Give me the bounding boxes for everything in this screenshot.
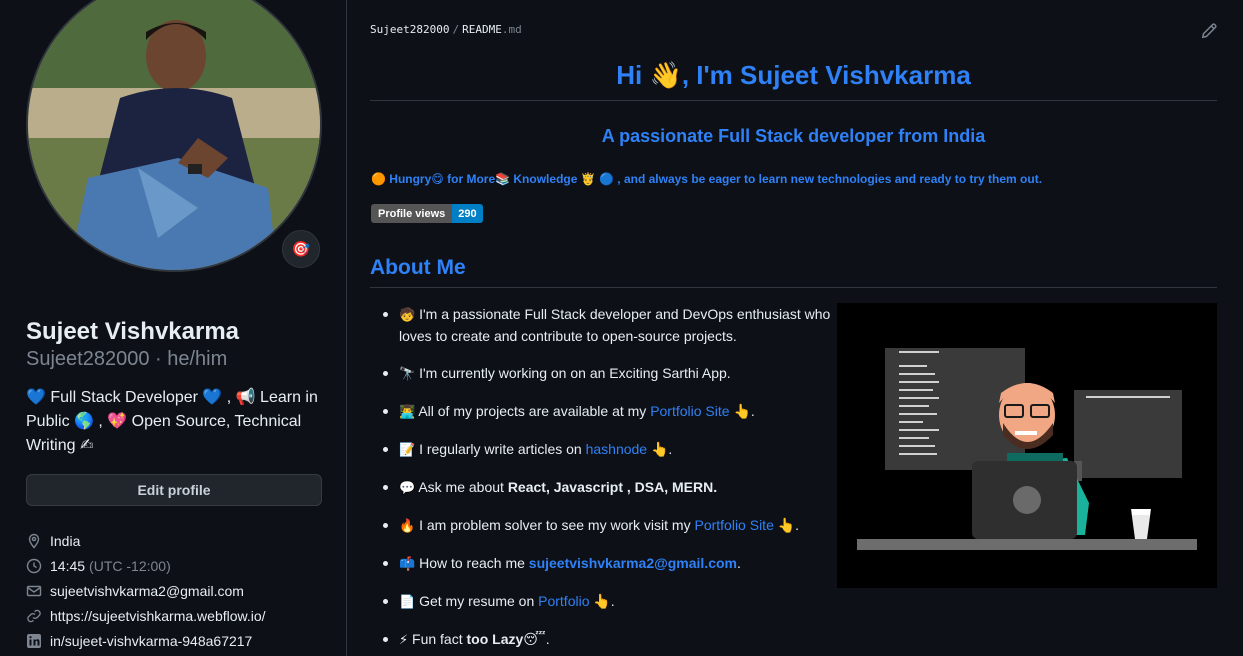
badge-label: Profile views [371, 204, 453, 223]
avatar[interactable] [26, 0, 322, 272]
portfolio-site-link[interactable]: Portfolio Site [694, 517, 773, 533]
item-text: Ask me about [418, 479, 508, 495]
edit-readme-pencil-icon[interactable] [1200, 22, 1218, 40]
item-text: Get my resume on [419, 593, 539, 609]
link-icon [26, 608, 42, 624]
status-emoji[interactable]: 🎯 [282, 230, 320, 268]
fire-emoji-icon: 🔥 [399, 519, 416, 534]
mailbox-emoji-icon: 📫 [399, 557, 416, 572]
item-suffix: 👆. [647, 441, 673, 457]
item-bold-text: too Lazy [466, 631, 524, 647]
telescope-emoji-icon: 🔭 [399, 367, 416, 382]
readme-subtitle: A passionate Full Stack developer from I… [601, 126, 986, 146]
developer-at-desk-illustration [857, 348, 1197, 550]
document-emoji-icon: 📄 [399, 595, 416, 610]
about-list: 🧒 I'm a passionate Full Stack developer … [383, 304, 833, 656]
badge-count: 290 [452, 204, 483, 223]
item-suffix: . [737, 555, 741, 571]
developer-illustration [837, 303, 1217, 588]
location-icon [26, 533, 42, 549]
hashnode-link[interactable]: hashnode [586, 441, 648, 457]
item-text: I'm currently working on on an Exciting … [419, 365, 731, 381]
breadcrumb-separator: / [452, 23, 460, 36]
item-text: I'm a passionate Full Stack developer an… [399, 306, 831, 344]
clock-icon [26, 558, 42, 574]
profile-sidebar: 🎯 Sujeet Vishvkarma Sujeet282000 · he/hi… [0, 0, 346, 656]
detail-website[interactable]: https://sujeetvishkarma.webflow.io/ [26, 603, 336, 628]
breadcrumb-file[interactable]: README [462, 23, 502, 36]
timezone: (UTC -12:00) [89, 557, 171, 574]
list-item: 📫 How to reach me sujeetvishvkarma2@gmai… [383, 553, 833, 575]
technologist-emoji-icon: 👨‍💻 [399, 405, 416, 420]
title-divider [370, 100, 1217, 101]
about-divider [370, 287, 1217, 288]
edit-profile-button[interactable]: Edit profile [26, 474, 322, 506]
memo-emoji-icon: 📝 [399, 443, 416, 458]
list-item: 🔭 I'm currently working on on an Excitin… [383, 363, 833, 385]
list-item: 🔥 I am problem solver to see my work vis… [383, 515, 833, 537]
item-text: How to reach me [419, 555, 529, 571]
detail-linkedin[interactable]: in/sujeet-vishvkarma-948a67217 [26, 628, 336, 653]
item-suffix: 😴. [523, 631, 550, 647]
linkedin-link[interactable]: in/sujeet-vishvkarma-948a67217 [50, 633, 252, 649]
email-link[interactable]: sujeetvishvkarma2@gmail.com [50, 583, 244, 599]
readme-title: Hi 👋, I'm Sujeet Vishvkarma [616, 60, 971, 90]
profile-views-badge[interactable]: Profile views 290 [371, 204, 483, 223]
item-text: All of my projects are available at my [418, 403, 651, 419]
item-text: I regularly write articles on [419, 441, 586, 457]
email-readme-link[interactable]: sujeetvishvkarma2@gmail.com [529, 555, 737, 571]
list-item: 👨‍💻 All of my projects are available at … [383, 401, 833, 423]
about-heading: About Me [370, 256, 466, 279]
item-text: Fun fact [412, 631, 467, 647]
avatar-container: 🎯 [26, 0, 322, 272]
profile-bio: 💙 Full Stack Developer 💙 , 📢 Learn in Pu… [26, 389, 318, 454]
breadcrumb-owner[interactable]: Sujeet282000 [370, 23, 449, 36]
detail-email[interactable]: sujeetvishvkarma2@gmail.com [26, 578, 336, 603]
detail-location: India [26, 528, 336, 553]
item-suffix: 👆. [729, 403, 755, 419]
mail-icon [26, 583, 42, 599]
speech-bubble-emoji-icon: 💬 [399, 481, 416, 496]
avatar-photo [28, 0, 320, 270]
item-text: I am problem solver to see my work visit… [419, 517, 695, 533]
portfolio-link[interactable]: Portfolio [538, 593, 589, 609]
location-text: India [50, 532, 81, 549]
item-suffix: 👆. [589, 593, 615, 609]
list-item: 📝 I regularly write articles on hashnode… [383, 439, 833, 461]
linkedin-icon [26, 633, 42, 649]
readme-tagline: 🟠 Hungry😋 for More📚 Knowledge 🤴 🔵 , and … [371, 172, 1043, 186]
list-item: 🧒 I'm a passionate Full Stack developer … [383, 304, 833, 347]
list-item: 📄 Get my resume on Portfolio 👆. [383, 591, 833, 613]
child-emoji-icon: 🧒 [399, 308, 416, 323]
portfolio-site-link[interactable]: Portfolio Site [650, 403, 729, 419]
list-item: 💬 Ask me about React, Javascript , DSA, … [383, 477, 833, 499]
lightning-emoji-icon: ⚡ [399, 633, 409, 648]
profile-details: India 14:45 (UTC -12:00) sujeetvishvkarm… [26, 528, 336, 653]
website-link[interactable]: https://sujeetvishkarma.webflow.io/ [50, 608, 266, 624]
detail-time: 14:45 (UTC -12:00) [26, 553, 336, 578]
item-bold-text: React, Javascript , DSA, MERN. [507, 479, 718, 495]
readme-breadcrumb: Sujeet282000/README.md [370, 23, 522, 36]
profile-login: Sujeet282000 · he/him [26, 348, 228, 370]
local-time: 14:45 [50, 557, 86, 574]
list-item: ⚡ Fun fact too Lazy😴. [383, 629, 833, 651]
profile-name: Sujeet Vishvkarma [26, 318, 240, 345]
breadcrumb-ext: .md [501, 23, 522, 36]
readme-panel: Sujeet282000/README.md Hi 👋, I'm Sujeet … [347, 0, 1243, 656]
item-suffix: 👆. [773, 517, 800, 533]
